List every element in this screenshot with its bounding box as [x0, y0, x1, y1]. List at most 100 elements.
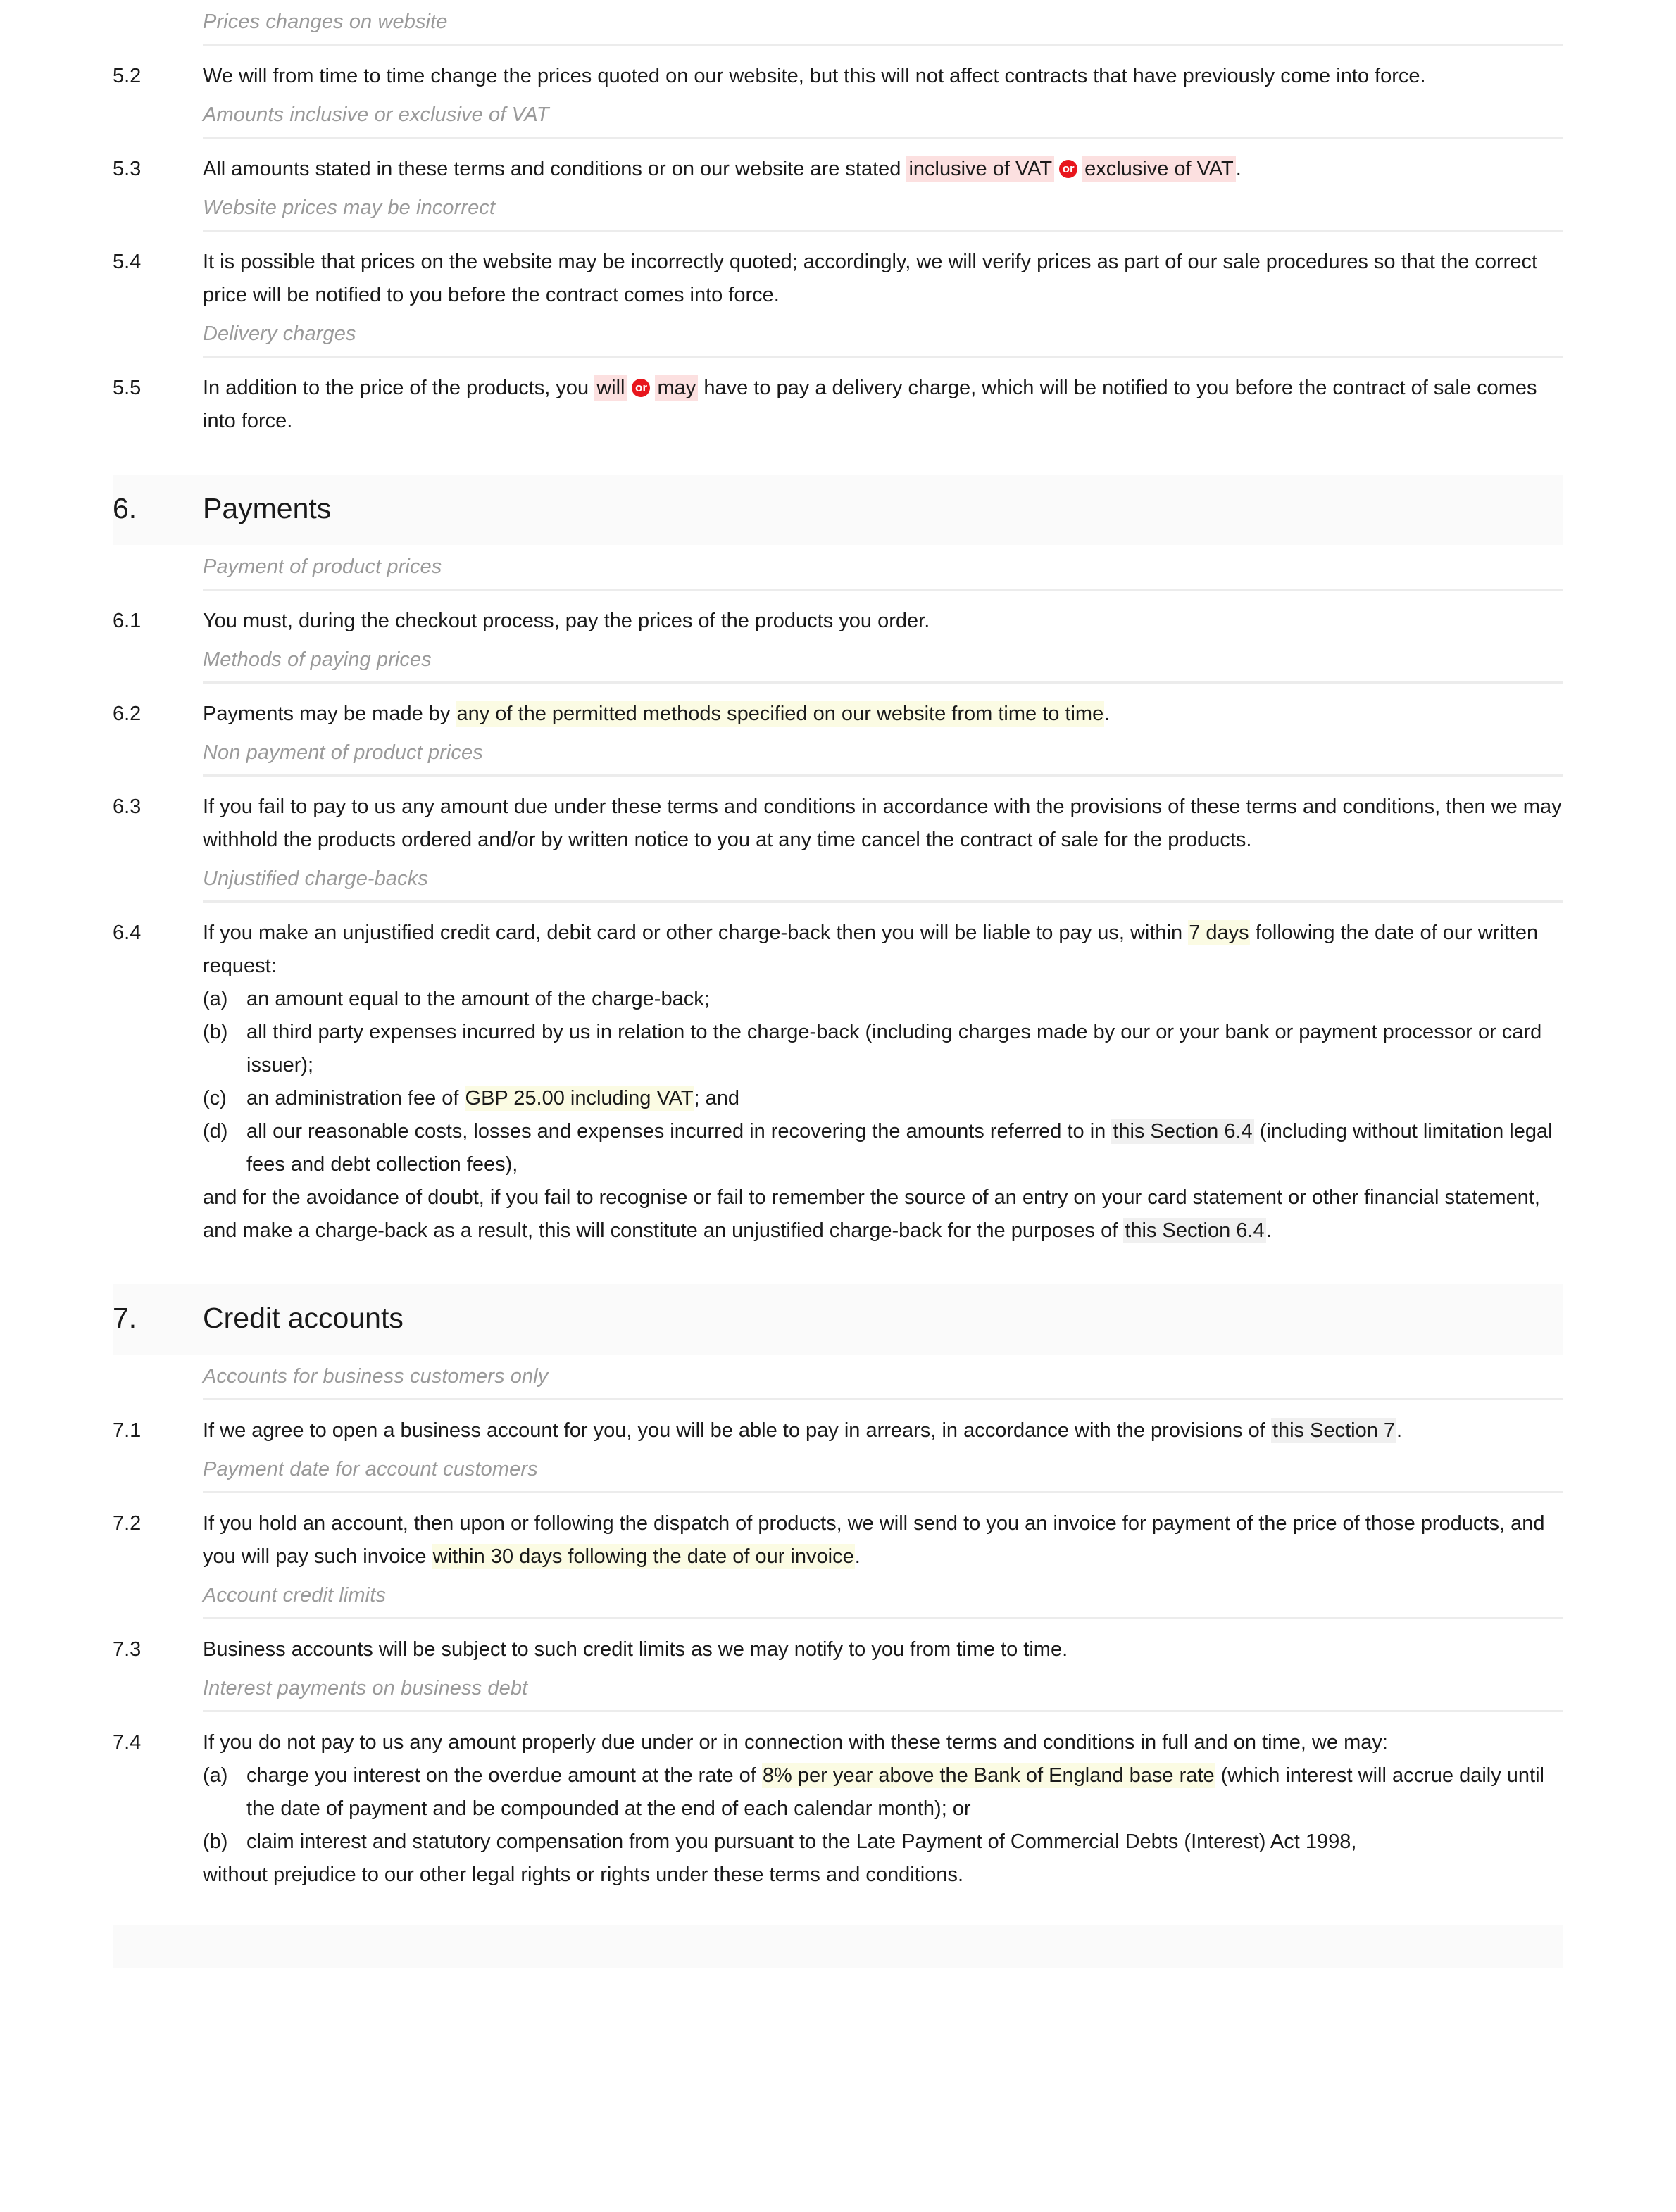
section-title: Credit accounts	[203, 1302, 404, 1334]
sublist-text: all third party expenses incurred by us …	[246, 1021, 1542, 1076]
clause-sublist-item: (d) all our reasonable costs, losses and …	[203, 1115, 1562, 1181]
clause-text: If we agree to open a business account f…	[203, 1414, 1562, 1447]
clause-sublist-item: (a) an amount equal to the amount of the …	[203, 983, 1562, 1016]
clause: 7.1 If we agree to open a business accoun…	[113, 1414, 1563, 1447]
clause-text: and for the avoidance of doubt, if you f…	[203, 1186, 1540, 1242]
clause-caption-block: Amounts inclusive or exclusive of VAT	[113, 93, 1563, 139]
caption-divider	[203, 44, 1563, 46]
caption-divider	[203, 356, 1563, 358]
clause-number: 5.3	[113, 158, 142, 180]
clause: 5.2 We will from time to time change the …	[113, 60, 1563, 93]
clause-caption-block: Prices changes on website	[113, 0, 1563, 46]
next-section-band	[113, 1925, 1563, 1968]
clause: 6.1 You must, during the checkout process…	[113, 605, 1563, 638]
clause-number: 6.3	[113, 796, 142, 818]
clause: 7.3 Business accounts will be subject to …	[113, 1633, 1563, 1666]
variable-highlight[interactable]: 7 days	[1188, 920, 1250, 945]
clause-group-6: Payment of product prices 6.1 You must, du…	[113, 545, 1563, 857]
clause-74-group: Interest payments on business debt 7.4 If …	[113, 1666, 1563, 1892]
clause-number: 7.2	[113, 1512, 142, 1535]
sublist-marker: (b)	[203, 1021, 228, 1043]
clause-number: 5.4	[113, 251, 142, 273]
clause-caption: Unjustified charge-backs	[203, 867, 428, 890]
clause-text: .	[854, 1545, 861, 1568]
cross-reference-highlight[interactable]: this Section 6.4	[1111, 1119, 1254, 1144]
clause: 7.2 If you hold an account, then upon or …	[113, 1507, 1563, 1573]
sublist-marker: (c)	[203, 1087, 227, 1110]
clause-caption: Methods of paying prices	[203, 648, 432, 671]
clause-text: If you make an unjustified credit card, …	[203, 922, 1189, 944]
alternative-highlight[interactable]: may	[655, 375, 699, 401]
or-badge: or	[632, 379, 651, 397]
sublist-text: all third party expenses incurred by us …	[246, 1016, 1562, 1082]
clause-group-5: Prices changes on website 5.2 We will from…	[113, 0, 1563, 438]
clause-caption: Delivery charges	[203, 322, 356, 345]
clause-caption: Non payment of product prices	[203, 741, 483, 764]
clause-text: If you fail to pay to us any amount due …	[203, 791, 1562, 857]
clause-text: If you hold an account, then upon or fol…	[203, 1507, 1562, 1573]
sublist-text: an amount equal to the amount of the cha…	[246, 988, 710, 1010]
clause: 7.4 If you do not pay to us any amount pr…	[113, 1726, 1563, 1892]
clause-text: If you do not pay to us any amount prope…	[203, 1731, 1388, 1754]
clause-text: without prejudice to our other legal rig…	[203, 1864, 964, 1886]
alternative-highlight[interactable]: exclusive of VAT	[1082, 156, 1236, 182]
sublist-text: claim interest and statutory compensatio…	[246, 1825, 1562, 1859]
section-number: 7.	[113, 1302, 137, 1334]
sublist-marker: (d)	[203, 1120, 228, 1143]
clause: 5.4 It is possible that prices on the web…	[113, 246, 1563, 312]
clause-text: .	[1396, 1419, 1403, 1442]
variable-highlight[interactable]: 8% per year above the Bank of England ba…	[761, 1763, 1215, 1788]
clause-number: 5.2	[113, 65, 142, 87]
clause: 6.2 Payments may be made by any of the pe…	[113, 698, 1563, 731]
sublist-text: an amount equal to the amount of the cha…	[246, 983, 1562, 1016]
clause-number: 7.4	[113, 1731, 142, 1754]
clause-caption: Account credit limits	[203, 1584, 386, 1607]
clause-number: 6.2	[113, 703, 142, 725]
caption-divider	[203, 681, 1563, 684]
clause-caption-block: Accounts for business customers only	[113, 1355, 1563, 1400]
clause-text: It is possible that prices on the websit…	[203, 251, 1538, 306]
clause-text: All amounts stated in these terms and co…	[203, 153, 1562, 186]
variable-highlight[interactable]: any of the permitted methods specified o…	[456, 701, 1105, 727]
clause-caption-block: Interest payments on business debt	[113, 1666, 1563, 1712]
caption-divider	[203, 589, 1563, 591]
caption-divider	[203, 137, 1563, 139]
clause-text: If you hold an account, then upon or fol…	[203, 1512, 1545, 1568]
clause-text: If we agree to open a business account f…	[203, 1419, 1271, 1442]
alternative-highlight[interactable]: will	[594, 375, 627, 401]
sublist-marker: (a)	[203, 1764, 228, 1787]
section-title: Payments	[203, 492, 332, 524]
clause-caption-block: Methods of paying prices	[113, 638, 1563, 684]
clause-text: Payments may be made by any of the permi…	[203, 698, 1562, 731]
sublist-text: ; and	[694, 1087, 740, 1110]
sublist-text: all our reasonable costs, losses and exp…	[246, 1115, 1562, 1181]
clause-text: If you do not pay to us any amount prope…	[203, 1726, 1562, 1892]
sublist-text: charge you interest on the overdue amoun…	[246, 1764, 762, 1787]
variable-highlight[interactable]: within 30 days following the date of our…	[432, 1544, 855, 1569]
caption-divider	[203, 230, 1563, 232]
clause-text: You must, during the checkout process, p…	[203, 605, 1562, 638]
alternative-highlight[interactable]: inclusive of VAT	[906, 156, 1055, 182]
clause-text: .	[1104, 703, 1111, 725]
clause-caption-block: Payment date for account customers	[113, 1447, 1563, 1493]
cross-reference-highlight[interactable]: this Section 7	[1270, 1418, 1397, 1443]
clause-caption-block: Non payment of product prices	[113, 731, 1563, 777]
clause-caption: Accounts for business customers only	[203, 1365, 549, 1388]
clause-text: All amounts stated in these terms and co…	[203, 158, 907, 180]
cross-reference-highlight[interactable]: this Section 6.4	[1123, 1218, 1266, 1243]
sublist-text: an administration fee of	[246, 1087, 465, 1110]
clause-caption-block: Website prices may be incorrect	[113, 186, 1563, 232]
clause-text: Payments may be made by	[203, 703, 456, 725]
variable-highlight[interactable]: GBP 25.00 including VAT	[464, 1086, 694, 1111]
clause-caption: Payment of product prices	[203, 555, 442, 578]
clause-caption-block: Payment of product prices	[113, 545, 1563, 591]
clause-text: Business accounts will be subject to suc…	[203, 1633, 1562, 1666]
caption-divider	[203, 1398, 1563, 1400]
clause-text: In addition to the price of the products…	[203, 372, 1562, 438]
clause-number: 6.1	[113, 610, 142, 632]
clause-caption: Payment date for account customers	[203, 1458, 538, 1481]
clause-number: 7.1	[113, 1419, 142, 1442]
caption-divider	[203, 1491, 1563, 1493]
clause-text: If you make an unjustified credit card, …	[203, 917, 1562, 1248]
clause-caption-block: Account credit limits	[113, 1573, 1563, 1619]
